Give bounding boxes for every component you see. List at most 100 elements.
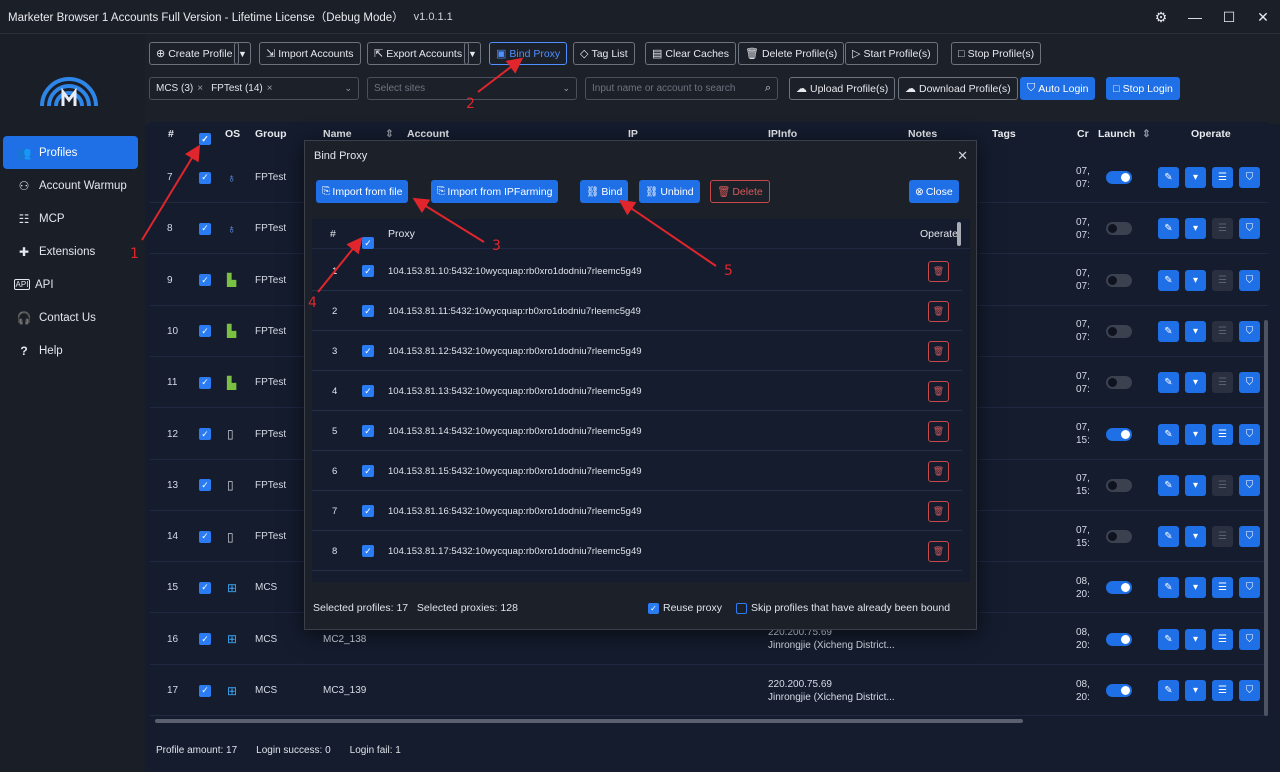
toggle-switch[interactable]: [1106, 632, 1132, 646]
chevron-down-icon[interactable]: ▾: [1185, 269, 1206, 291]
list-icon[interactable]: ☰: [1212, 526, 1233, 548]
close-icon[interactable]: ✕: [1246, 9, 1280, 26]
edit-icon[interactable]: ✎: [1158, 680, 1179, 701]
edit-icon[interactable]: ✎: [1158, 526, 1179, 548]
chevron-down-icon[interactable]: ▾: [1185, 423, 1206, 445]
list-icon[interactable]: ☰: [1212, 269, 1233, 291]
sidebar-item-help[interactable]: ? Help: [3, 334, 138, 367]
tag-list-button[interactable]: ◇ Tag List: [573, 42, 635, 65]
launch-toggle[interactable]: [1106, 614, 1132, 665]
upload-profiles-button[interactable]: ☁ Upload Profile(s): [789, 77, 896, 100]
shield-icon[interactable]: ⛉: [1239, 269, 1260, 291]
header-name[interactable]: Name: [323, 128, 352, 140]
delete-button[interactable]: 🗑 Delete: [710, 180, 770, 203]
chevron-down-icon[interactable]: ▾: [1185, 526, 1206, 548]
proxy-delete[interactable]: 🗑: [928, 291, 949, 331]
toggle-switch[interactable]: [1106, 530, 1132, 544]
trash-icon[interactable]: 🗑: [928, 540, 949, 562]
proxy-checkbox[interactable]: ✓: [362, 451, 374, 491]
start-profiles-button[interactable]: ▷ Start Profile(s): [845, 42, 938, 65]
trash-icon[interactable]: 🗑: [928, 500, 949, 522]
chevron-down-icon[interactable]: ▾: [1185, 218, 1206, 240]
list-icon[interactable]: ☰: [1212, 320, 1233, 342]
sort-icon[interactable]: ⇕: [385, 128, 394, 140]
proxy-delete[interactable]: 🗑: [928, 371, 949, 411]
edit-icon[interactable]: ✎: [1158, 320, 1179, 342]
row-checkbox[interactable]: ✓: [199, 460, 211, 511]
maximize-icon[interactable]: ☐: [1212, 9, 1246, 26]
reuse-proxy-checkbox[interactable]: ✓ Reuse proxy: [648, 602, 722, 614]
row-checkbox[interactable]: ✓: [199, 152, 211, 203]
toggle-switch[interactable]: [1106, 171, 1132, 184]
chevron-down-icon[interactable]: ▾: [1185, 320, 1206, 342]
proxy-checkbox[interactable]: ✓: [362, 331, 374, 371]
toggle-switch[interactable]: [1106, 427, 1132, 441]
row-checkbox[interactable]: ✓: [199, 357, 211, 408]
trash-icon[interactable]: 🗑: [928, 260, 949, 282]
toggle-switch[interactable]: [1106, 273, 1132, 287]
group-filter-select[interactable]: MCS (3) × FPTest (14) × ⌄: [149, 77, 359, 100]
shield-icon[interactable]: ⛉: [1239, 474, 1260, 496]
chevron-down-icon[interactable]: ▾: [1185, 474, 1206, 496]
toggle-switch[interactable]: [1106, 581, 1132, 595]
shield-icon[interactable]: ⛉: [1239, 526, 1260, 548]
row-checkbox[interactable]: ✓: [199, 306, 211, 357]
proxy-delete[interactable]: 🗑: [928, 531, 949, 571]
launch-toggle[interactable]: [1106, 562, 1132, 613]
shield-icon[interactable]: ⛉: [1239, 372, 1260, 394]
proxy-checkbox[interactable]: ✓: [362, 491, 374, 531]
edit-icon[interactable]: ✎: [1158, 628, 1179, 650]
proxy-delete[interactable]: 🗑: [928, 491, 949, 531]
chevron-down-icon[interactable]: ▾: [1185, 680, 1206, 701]
delete-profiles-button[interactable]: 🗑 Delete Profile(s): [738, 42, 845, 65]
row-checkbox[interactable]: ✓: [199, 409, 211, 460]
sidebar-item-extensions[interactable]: ✚ Extensions: [3, 235, 138, 268]
vertical-scrollbar[interactable]: [1264, 320, 1268, 716]
edit-icon[interactable]: ✎: [1158, 577, 1179, 599]
search-input[interactable]: Input name or account to search ⌕: [585, 77, 778, 100]
proxy-row[interactable]: 4 ✓ 104.153.81.13:5432:10wycquap:rb0xro1do…: [312, 371, 962, 411]
proxy-row[interactable]: 1 ✓ 104.153.81.10:5432:10wycquap:rb0xro1do…: [312, 251, 962, 291]
list-icon[interactable]: ☰: [1212, 628, 1233, 650]
chevron-down-icon[interactable]: ▾: [1185, 577, 1206, 599]
clear-caches-button[interactable]: ▤ Clear Caches: [645, 42, 737, 65]
proxy-checkbox[interactable]: ✓: [362, 371, 374, 411]
skip-bound-profiles-checkbox[interactable]: Skip profiles that have already been bou…: [736, 602, 950, 614]
list-icon[interactable]: ☰: [1212, 423, 1233, 445]
launch-toggle[interactable]: [1106, 460, 1132, 511]
row-checkbox[interactable]: ✓: [199, 562, 211, 613]
sidebar-item-contact-us[interactable]: 🎧 Contact Us: [3, 301, 138, 334]
proxy-row[interactable]: 5 ✓ 104.153.81.14:5432:10wycquap:rb0xro1do…: [312, 411, 962, 451]
export-accounts-button[interactable]: ⇱ Export Accounts: [367, 42, 470, 65]
unbind-button[interactable]: ⛓ Unbind: [639, 180, 700, 203]
horizontal-scrollbar[interactable]: [155, 719, 1023, 723]
minimize-icon[interactable]: —: [1178, 9, 1212, 25]
toggle-switch[interactable]: [1106, 222, 1132, 236]
shield-icon[interactable]: ⛉: [1239, 320, 1260, 342]
sidebar-item-api[interactable]: API API: [3, 268, 138, 301]
sidebar-item-mcp[interactable]: ☷ MCP: [3, 202, 138, 235]
proxy-delete[interactable]: 🗑: [928, 451, 949, 491]
list-icon[interactable]: ☰: [1212, 218, 1233, 240]
proxy-row[interactable]: 2 ✓ 104.153.81.11:5432:10wycquap:rb0xro1do…: [312, 291, 962, 331]
import-accounts-button[interactable]: ⇲ Import Accounts: [259, 42, 361, 65]
proxy-delete[interactable]: 🗑: [928, 331, 949, 371]
chevron-down-icon[interactable]: ▾: [1185, 628, 1206, 650]
close-icon[interactable]: ✕: [957, 148, 968, 164]
row-checkbox[interactable]: ✓: [199, 665, 211, 716]
edit-icon[interactable]: ✎: [1158, 218, 1179, 240]
create-profile-dropdown[interactable]: ▼: [234, 42, 251, 65]
trash-icon[interactable]: 🗑: [928, 380, 949, 402]
bind-proxy-button[interactable]: ▣ Bind Proxy: [489, 42, 568, 65]
trash-icon[interactable]: 🗑: [928, 460, 949, 482]
shield-icon[interactable]: ⛉: [1239, 577, 1260, 599]
list-icon[interactable]: ☰: [1212, 680, 1233, 701]
edit-icon[interactable]: ✎: [1158, 167, 1179, 188]
gear-icon[interactable]: ⚙: [1144, 9, 1178, 26]
list-icon[interactable]: ☰: [1212, 474, 1233, 496]
row-checkbox[interactable]: ✓: [199, 255, 211, 306]
proxy-row[interactable]: 6 ✓ 104.153.81.15:5432:10wycquap:rb0xro1do…: [312, 451, 962, 491]
sidebar-item-profiles[interactable]: 👥 Profiles: [3, 136, 138, 169]
edit-icon[interactable]: ✎: [1158, 269, 1179, 291]
shield-icon[interactable]: ⛉: [1239, 628, 1260, 650]
